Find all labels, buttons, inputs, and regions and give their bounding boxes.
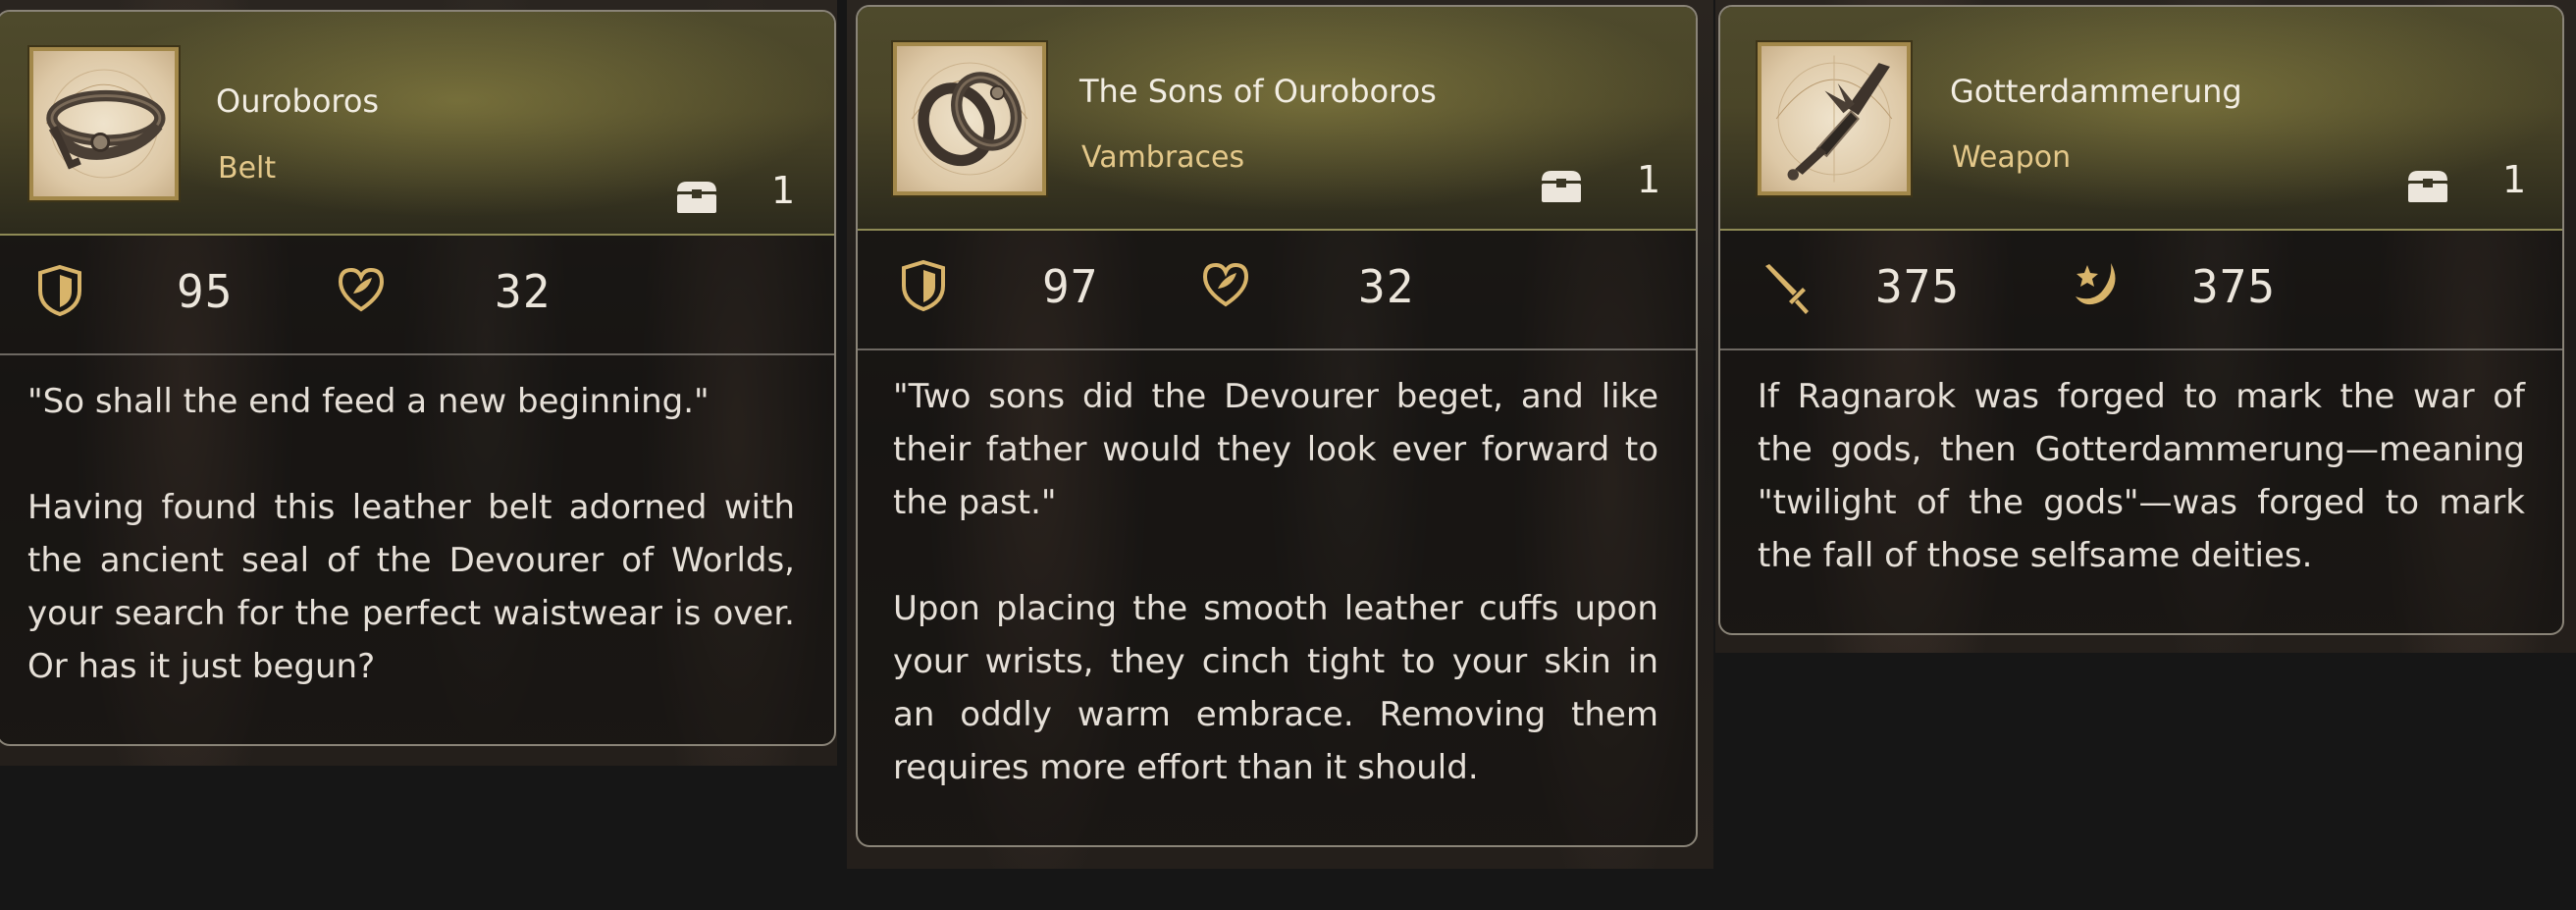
attack-value: 375	[1875, 260, 1961, 313]
item-description: "Two sons did the Devourer beget, and li…	[893, 370, 1658, 794]
item-card[interactable]: Ouroboros Belt 1 95 32 "So shall the end…	[0, 10, 836, 746]
item-card[interactable]: Gotterdammerung Weapon 1 375 375 If Ragn…	[1718, 5, 2564, 635]
item-quote: "Two sons did the Devourer beget, and li…	[893, 377, 1658, 522]
defense-value: 95	[177, 265, 234, 318]
item-count: 1	[771, 169, 796, 212]
shield-icon	[38, 264, 81, 317]
inventory-chest-icon	[2408, 171, 2447, 202]
belt-icon	[27, 45, 181, 202]
item-lore: If Ragnarok was forged to mark the war o…	[1758, 377, 2525, 575]
card-header: The Sons of Ouroboros Vambraces 1	[858, 7, 1696, 231]
stats-row: 95 32	[0, 234, 834, 355]
item-lore: Upon placing the smooth leather cuffs up…	[893, 589, 1658, 787]
card-header: Gotterdammerung Weapon 1	[1720, 7, 2562, 231]
item-lore: Having found this leather belt adorned w…	[27, 488, 795, 686]
magic-defense-value: 32	[1358, 260, 1415, 313]
greatsword-icon	[1756, 40, 1913, 197]
magic-star-icon	[2076, 263, 2116, 305]
item-panel-gotterdammerung: Gotterdammerung Weapon 1 375 375 If Ragn…	[1715, 0, 2576, 653]
stats-row: 375 375	[1720, 229, 2562, 350]
item-description: "So shall the end feed a new beginning."…	[27, 375, 795, 693]
item-panel-ouroboros: Ouroboros Belt 1 95 32 "So shall the end…	[0, 0, 837, 766]
item-quote: "So shall the end feed a new beginning."	[27, 382, 710, 421]
magic-defense-value: 32	[495, 265, 552, 318]
stats-row: 97 32	[858, 229, 1696, 350]
heart-icon	[1202, 262, 1249, 307]
item-type: Vambraces	[1081, 140, 1245, 175]
item-description: If Ragnarok was forged to mark the war o…	[1758, 370, 2525, 582]
card-header: Ouroboros Belt 1	[0, 12, 834, 236]
defense-value: 97	[1042, 260, 1099, 313]
item-name: The Sons of Ouroboros	[1079, 73, 1437, 110]
magic-value: 375	[2191, 260, 2277, 313]
shield-icon	[902, 259, 945, 312]
inventory-chest-icon	[677, 182, 716, 213]
item-name: Ouroboros	[216, 82, 380, 120]
vambraces-icon	[891, 40, 1048, 197]
item-type: Weapon	[1952, 140, 2072, 175]
item-name: Gotterdammerung	[1950, 73, 2242, 110]
item-card[interactable]: The Sons of Ouroboros Vambraces 1 97 32 …	[856, 5, 1698, 847]
item-count: 1	[2502, 158, 2527, 201]
heart-icon	[338, 267, 385, 312]
item-panel-sons-of-ouroboros: The Sons of Ouroboros Vambraces 1 97 32 …	[847, 0, 1713, 869]
inventory-chest-icon	[1542, 171, 1581, 202]
sword-icon	[1765, 264, 1809, 314]
item-type: Belt	[218, 151, 277, 186]
item-count: 1	[1637, 158, 1661, 201]
